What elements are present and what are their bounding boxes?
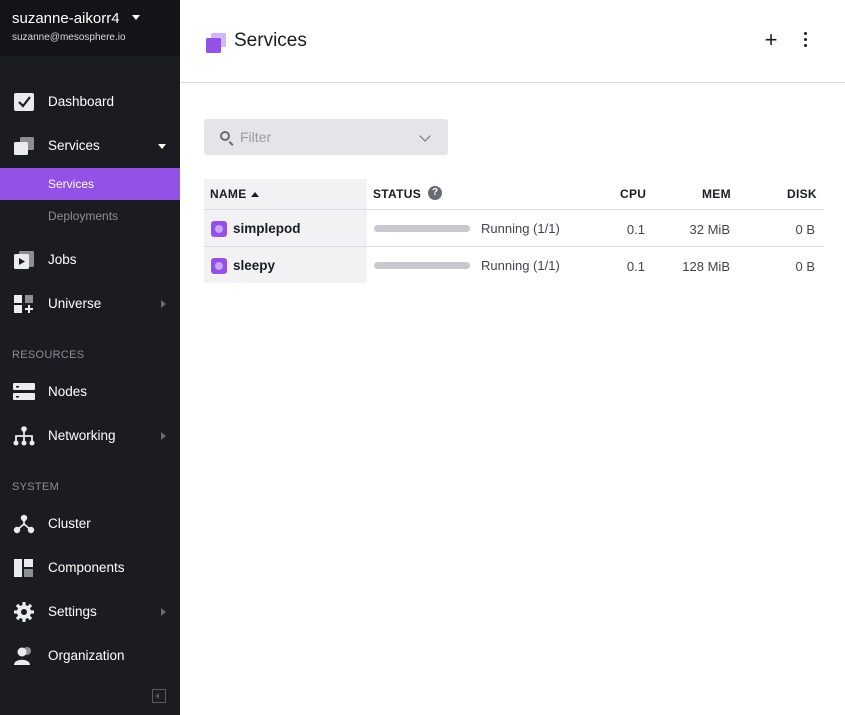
service-icon [211, 258, 227, 274]
service-name-link[interactable]: simplepod [233, 221, 301, 236]
sidebar-subitem-label: Deployments [48, 209, 119, 223]
sidebar-item-services[interactable]: Services [0, 128, 180, 164]
add-service-button[interactable]: + [762, 29, 780, 51]
sidebar-item-label: Universe [48, 296, 102, 311]
sidebar-item-organization[interactable]: Organization [0, 638, 180, 674]
dashboard-icon [14, 93, 34, 111]
section-heading-system: SYSTEM [12, 481, 60, 493]
mem-value: 32 MiB [689, 222, 730, 237]
sidebar: suzanne-aikorr4 suzanne@mesosphere.io Da… [0, 0, 180, 715]
sidebar-item-universe[interactable]: Universe [0, 286, 180, 322]
chevron-down-icon[interactable] [419, 130, 431, 142]
sidebar-subitem-deployments[interactable]: Deployments [0, 200, 180, 232]
caret-down-icon [158, 144, 166, 149]
filter-input[interactable] [240, 128, 410, 146]
service-icon [211, 221, 227, 237]
services-icon [206, 33, 226, 53]
more-options-icon[interactable] [800, 32, 810, 50]
sidebar-item-label: Jobs [48, 252, 77, 267]
filter-box[interactable] [204, 119, 448, 155]
sidebar-item-label: Settings [48, 604, 97, 619]
nodes-icon [13, 383, 35, 400]
status-progress-bar [374, 225, 470, 232]
section-heading-resources: RESOURCES [12, 349, 85, 361]
sidebar-item-label: Dashboard [48, 94, 115, 109]
table-row[interactable]: simplepod Running (1/1) 0.1 32 MiB 0 B [204, 210, 823, 246]
column-header-name[interactable]: NAME [210, 187, 247, 201]
sidebar-item-label: Organization [48, 648, 125, 663]
page-title: Services [234, 30, 307, 51]
status-text: Running (1/1) [481, 258, 560, 273]
disk-value: 0 B [795, 259, 815, 274]
page-header: Services + [180, 0, 845, 83]
sidebar-item-components[interactable]: Components [0, 550, 180, 586]
services-icon [14, 137, 34, 155]
status-progress-bar [374, 262, 470, 269]
chevron-right-icon [161, 432, 166, 440]
cpu-value: 0.1 [626, 259, 645, 274]
collapse-sidebar-icon[interactable] [152, 689, 166, 703]
universe-icon [14, 295, 33, 313]
sidebar-item-dashboard[interactable]: Dashboard [0, 84, 180, 120]
sidebar-subitem-services[interactable]: Services [0, 168, 180, 200]
chevron-right-icon [161, 300, 166, 308]
cluster-icon [13, 514, 35, 534]
sidebar-item-networking[interactable]: Networking [0, 418, 180, 454]
sidebar-item-nodes[interactable]: Nodes [0, 374, 180, 410]
caret-down-icon[interactable] [132, 15, 140, 20]
user-email: suzanne@mesosphere.io [12, 32, 126, 43]
cpu-value: 0.1 [626, 222, 645, 237]
sidebar-item-jobs[interactable]: Jobs [0, 242, 180, 278]
sidebar-item-cluster[interactable]: Cluster [0, 506, 180, 542]
sidebar-item-label: Services [48, 138, 100, 153]
user-name[interactable]: suzanne-aikorr4 [12, 10, 120, 27]
service-name-link[interactable]: sleepy [233, 258, 275, 273]
column-header-mem[interactable]: MEM [702, 187, 731, 201]
components-icon [14, 559, 33, 577]
search-icon [220, 131, 230, 141]
gear-icon [14, 602, 34, 622]
sidebar-item-label: Networking [48, 428, 116, 443]
status-text: Running (1/1) [481, 221, 560, 236]
mem-value: 128 MiB [682, 259, 730, 274]
sidebar-item-settings[interactable]: Settings [0, 594, 180, 630]
sidebar-subitem-label: Services [48, 177, 95, 191]
user-menu[interactable]: suzanne-aikorr4 suzanne@mesosphere.io [0, 0, 180, 56]
column-header-disk[interactable]: DISK [787, 187, 817, 201]
jobs-icon [14, 251, 34, 269]
sort-ascending-icon[interactable] [251, 192, 259, 197]
sidebar-item-label: Nodes [48, 384, 88, 399]
column-header-status[interactable]: STATUS [373, 187, 421, 201]
disk-value: 0 B [795, 222, 815, 237]
help-icon[interactable]: ? [428, 186, 442, 200]
sidebar-item-label: Cluster [48, 516, 91, 531]
chevron-right-icon [161, 608, 166, 616]
networking-icon [13, 426, 35, 446]
sidebar-item-label: Components [48, 560, 125, 575]
organization-icon [14, 647, 31, 665]
column-header-cpu[interactable]: CPU [620, 187, 646, 201]
table-row[interactable]: sleepy Running (1/1) 0.1 128 MiB 0 B [204, 247, 823, 283]
